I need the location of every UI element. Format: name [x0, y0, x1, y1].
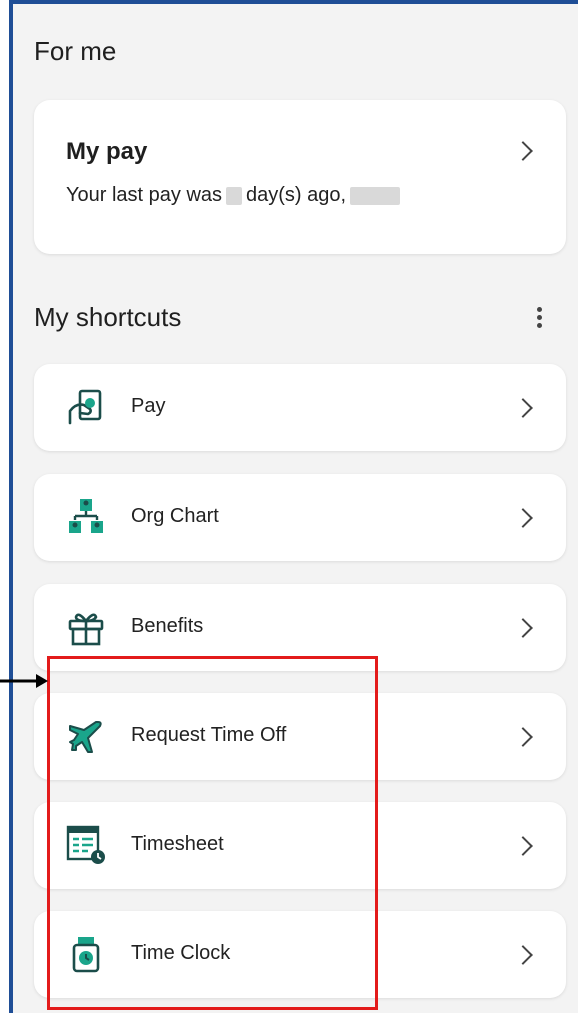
shortcut-benefits[interactable]: Benefits	[34, 584, 566, 671]
shortcut-label: Time Clock	[131, 942, 231, 964]
chevron-right-icon	[513, 945, 533, 965]
my-pay-card[interactable]: My pay Your last pay was day(s) ago,	[34, 100, 566, 254]
shortcut-time-clock[interactable]: Time Clock	[34, 911, 566, 998]
shortcut-label: Timesheet	[131, 833, 224, 855]
chevron-right-icon	[513, 836, 533, 856]
pay-text-middle: day(s) ago,	[246, 184, 347, 206]
chevron-right-icon	[513, 727, 533, 747]
time-clock-icon	[72, 937, 100, 973]
shortcut-label: Request Time Off	[131, 724, 287, 746]
my-pay-summary: Your last pay was day(s) ago,	[66, 184, 404, 207]
shortcut-pay[interactable]: Pay	[34, 364, 566, 451]
for-me-heading: For me	[34, 36, 117, 66]
redacted-amount	[350, 186, 401, 205]
shortcut-label: Org Chart	[131, 505, 219, 527]
chevron-right-icon	[513, 618, 533, 638]
shortcut-label: Pay	[131, 395, 166, 417]
more-options-icon[interactable]	[534, 304, 544, 334]
chevron-right-icon	[513, 398, 533, 418]
shortcut-label: Benefits	[131, 615, 204, 637]
arrow-right-icon	[0, 674, 48, 688]
my-shortcuts-heading: My shortcuts	[34, 302, 182, 332]
gift-icon	[68, 613, 104, 646]
airplane-icon	[69, 721, 102, 753]
shortcut-request-time-off[interactable]: Request Time Off	[34, 693, 566, 780]
chevron-right-icon	[513, 508, 533, 528]
hand-money-icon	[68, 389, 102, 425]
pay-text-before: Your last pay was	[66, 184, 223, 206]
shortcut-org-chart[interactable]: Org Chart	[34, 474, 566, 561]
my-pay-title: My pay	[66, 138, 148, 165]
org-chart-icon	[69, 499, 103, 533]
shortcut-timesheet[interactable]: Timesheet	[34, 802, 566, 889]
timesheet-icon	[66, 825, 105, 864]
chevron-right-icon	[513, 141, 533, 161]
redacted-days	[226, 186, 243, 205]
